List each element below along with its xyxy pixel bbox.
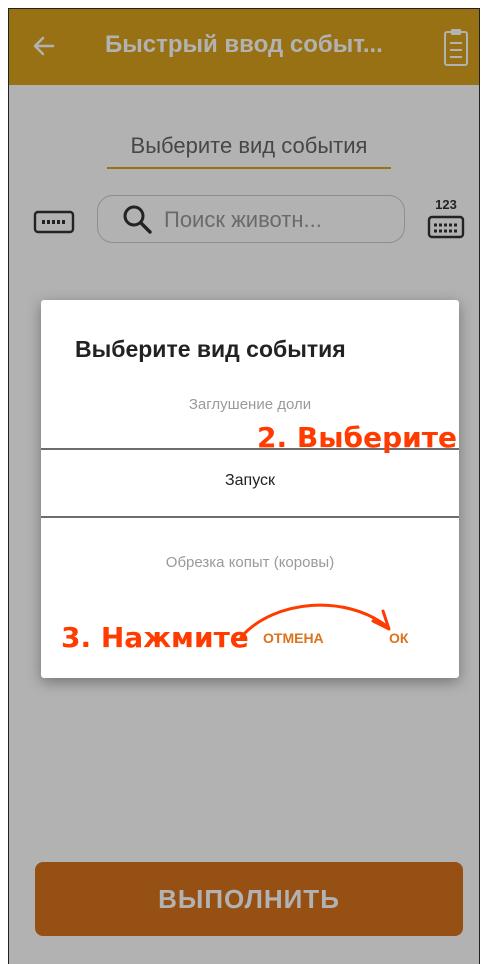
phone-screen: Быстрый ввод событ... Выберите вид событ… <box>8 8 480 964</box>
picker-item[interactable]: Обрезка копыт (коровы) <box>41 554 459 571</box>
picker-item-selected[interactable]: Запуск <box>41 472 459 490</box>
picker-item[interactable]: Заглушение доли <box>41 396 459 413</box>
step-2-annotation: 2. Выберите <box>257 421 457 454</box>
step-3-annotation: 3. Нажмите <box>61 621 249 654</box>
curved-arrow-icon <box>239 603 391 639</box>
picker-divider <box>41 516 459 518</box>
dialog-title: Выберите вид события <box>75 336 346 362</box>
